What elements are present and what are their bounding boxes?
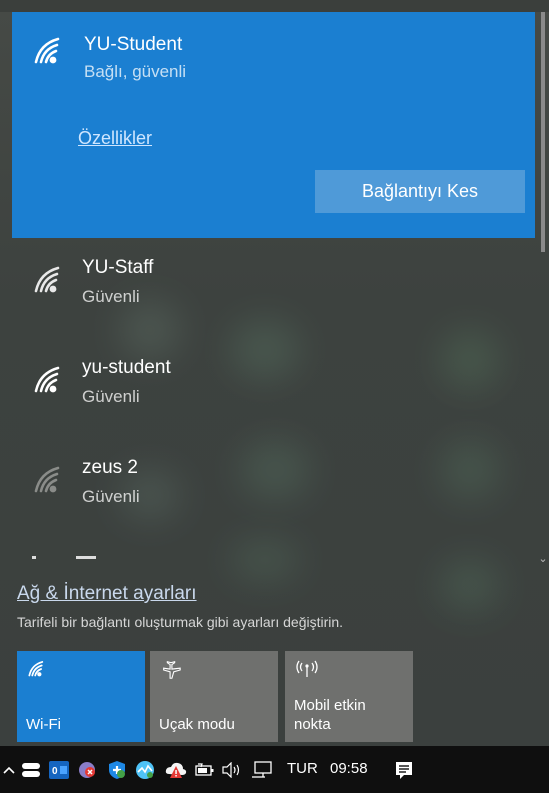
connected-network-panel[interactable]: YU-Student Bağlı, güvenli Özellikler Bağ… bbox=[12, 12, 535, 238]
hotspot-icon bbox=[296, 660, 318, 677]
tile-label: Mobil etkin nokta bbox=[294, 697, 366, 733]
language-indicator[interactable]: TUR bbox=[287, 760, 318, 777]
network-status: Güvenli bbox=[82, 487, 140, 506]
network-icon[interactable] bbox=[250, 759, 274, 781]
monitor-app-icon[interactable] bbox=[134, 759, 156, 781]
cloud-alert-icon[interactable] bbox=[164, 759, 188, 781]
wifi-weak-icon bbox=[34, 466, 60, 493]
scroll-down-icon[interactable]: ⌄ bbox=[537, 552, 549, 572]
wifi-icon bbox=[34, 37, 60, 64]
wifi-toggle-tile[interactable]: Wi-Fi bbox=[17, 651, 145, 742]
taskbar: 0 TUR 09:58 bbox=[0, 746, 549, 793]
wifi-icon bbox=[34, 366, 60, 393]
wifi-icon bbox=[28, 661, 44, 677]
mobile-hotspot-tile[interactable]: Mobil etkin nokta bbox=[285, 651, 413, 742]
scrollbar[interactable]: ⌄ bbox=[537, 12, 549, 572]
network-flyout: YU-Student Bağlı, güvenli Özellikler Bağ… bbox=[0, 0, 549, 746]
network-item-zeus-2[interactable]: zeus 2 Güvenli bbox=[12, 445, 535, 541]
outlook-icon[interactable]: 0 bbox=[48, 759, 70, 781]
tile-label: Uçak modu bbox=[159, 716, 235, 733]
disconnect-button[interactable]: Bağlantıyı Kes bbox=[315, 170, 525, 213]
network-item-yu-student[interactable]: yu-student Güvenli bbox=[12, 345, 535, 441]
notification-icon[interactable] bbox=[392, 759, 416, 781]
network-status: Güvenli bbox=[82, 287, 140, 306]
network-name: yu-student bbox=[82, 357, 171, 378]
clock[interactable]: 09:58 bbox=[330, 760, 368, 777]
scroll-thumb[interactable] bbox=[541, 12, 545, 252]
storage-icon[interactable] bbox=[20, 759, 42, 781]
network-status: Güvenli bbox=[82, 387, 140, 406]
connected-network-status: Bağlı, güvenli bbox=[84, 62, 187, 81]
chevron-up-icon[interactable] bbox=[2, 759, 16, 781]
volume-icon[interactable] bbox=[220, 759, 244, 781]
wifi-icon bbox=[34, 266, 60, 293]
connected-network-name: YU-Student bbox=[84, 34, 183, 55]
svg-text:0: 0 bbox=[52, 766, 58, 777]
tile-label: Wi-Fi bbox=[26, 716, 61, 733]
network-name: zeus 2 bbox=[82, 457, 138, 478]
network-item-partial[interactable] bbox=[32, 552, 112, 560]
network-item-yu-staff[interactable]: YU-Staff Güvenli bbox=[12, 245, 535, 341]
network-name: YU-Staff bbox=[82, 257, 154, 278]
airplane-icon bbox=[163, 661, 181, 679]
top-strip bbox=[0, 0, 549, 12]
antivirus-icon[interactable] bbox=[76, 759, 98, 781]
network-settings-link[interactable]: Ağ & İnternet ayarları bbox=[17, 583, 197, 605]
shield-icon[interactable] bbox=[106, 759, 128, 781]
properties-link[interactable]: Özellikler bbox=[78, 128, 152, 149]
network-settings-description: Tarifeli bir bağlantı oluşturmak gibi ay… bbox=[17, 614, 344, 630]
airplane-mode-tile[interactable]: Uçak modu bbox=[150, 651, 278, 742]
battery-icon[interactable] bbox=[194, 759, 216, 781]
